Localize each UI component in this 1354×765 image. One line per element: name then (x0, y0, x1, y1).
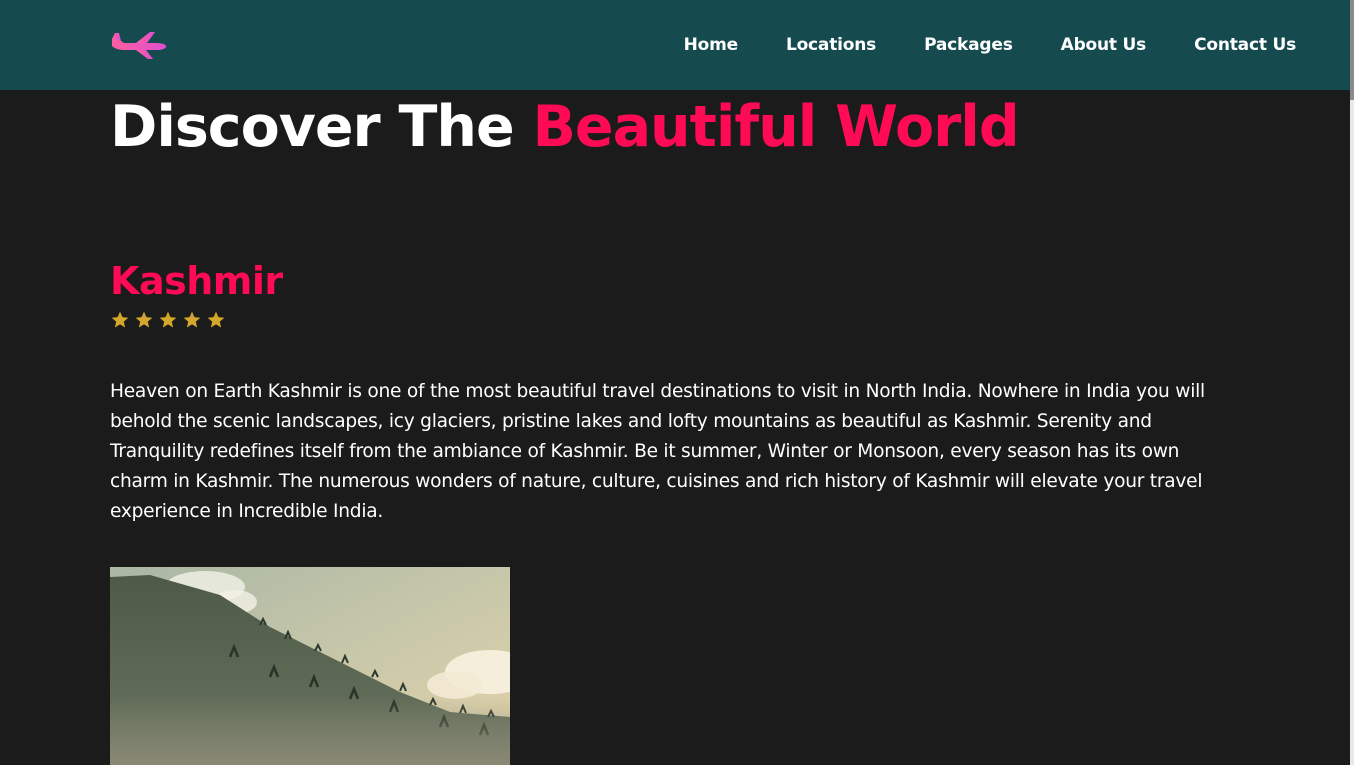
hero-title-accent: Beautiful World (532, 94, 1019, 160)
star-icon (183, 311, 201, 328)
nav-link-locations[interactable]: Locations (786, 35, 876, 55)
navbar: Home Locations Packages About Us Contact… (0, 0, 1350, 90)
star-icon (159, 311, 177, 328)
destination-title: Kashmir (110, 259, 283, 303)
nav-link-about-us[interactable]: About Us (1061, 35, 1147, 55)
scrollbar-thumb[interactable] (1350, 0, 1354, 100)
star-rating (110, 310, 226, 330)
nav-link-contact-us[interactable]: Contact Us (1194, 35, 1296, 55)
star-icon (207, 311, 225, 328)
destination-description: Heaven on Earth Kashmir is one of the mo… (110, 381, 1205, 522)
page: Home Locations Packages About Us Contact… (0, 0, 1354, 765)
star-icon (111, 311, 129, 328)
star-icon (135, 311, 153, 328)
airplane-icon[interactable] (110, 30, 168, 60)
nav-menu: Home Locations Packages About Us Contact… (636, 0, 1297, 90)
hero-title: Discover The Beautiful World (110, 92, 1020, 162)
hero-title-prefix: Discover The (110, 94, 515, 160)
nav-link-packages[interactable]: Packages (924, 35, 1013, 55)
nav-link-home[interactable]: Home (684, 35, 739, 55)
destination-image[interactable] (110, 567, 510, 765)
scrollbar[interactable] (1350, 0, 1354, 765)
